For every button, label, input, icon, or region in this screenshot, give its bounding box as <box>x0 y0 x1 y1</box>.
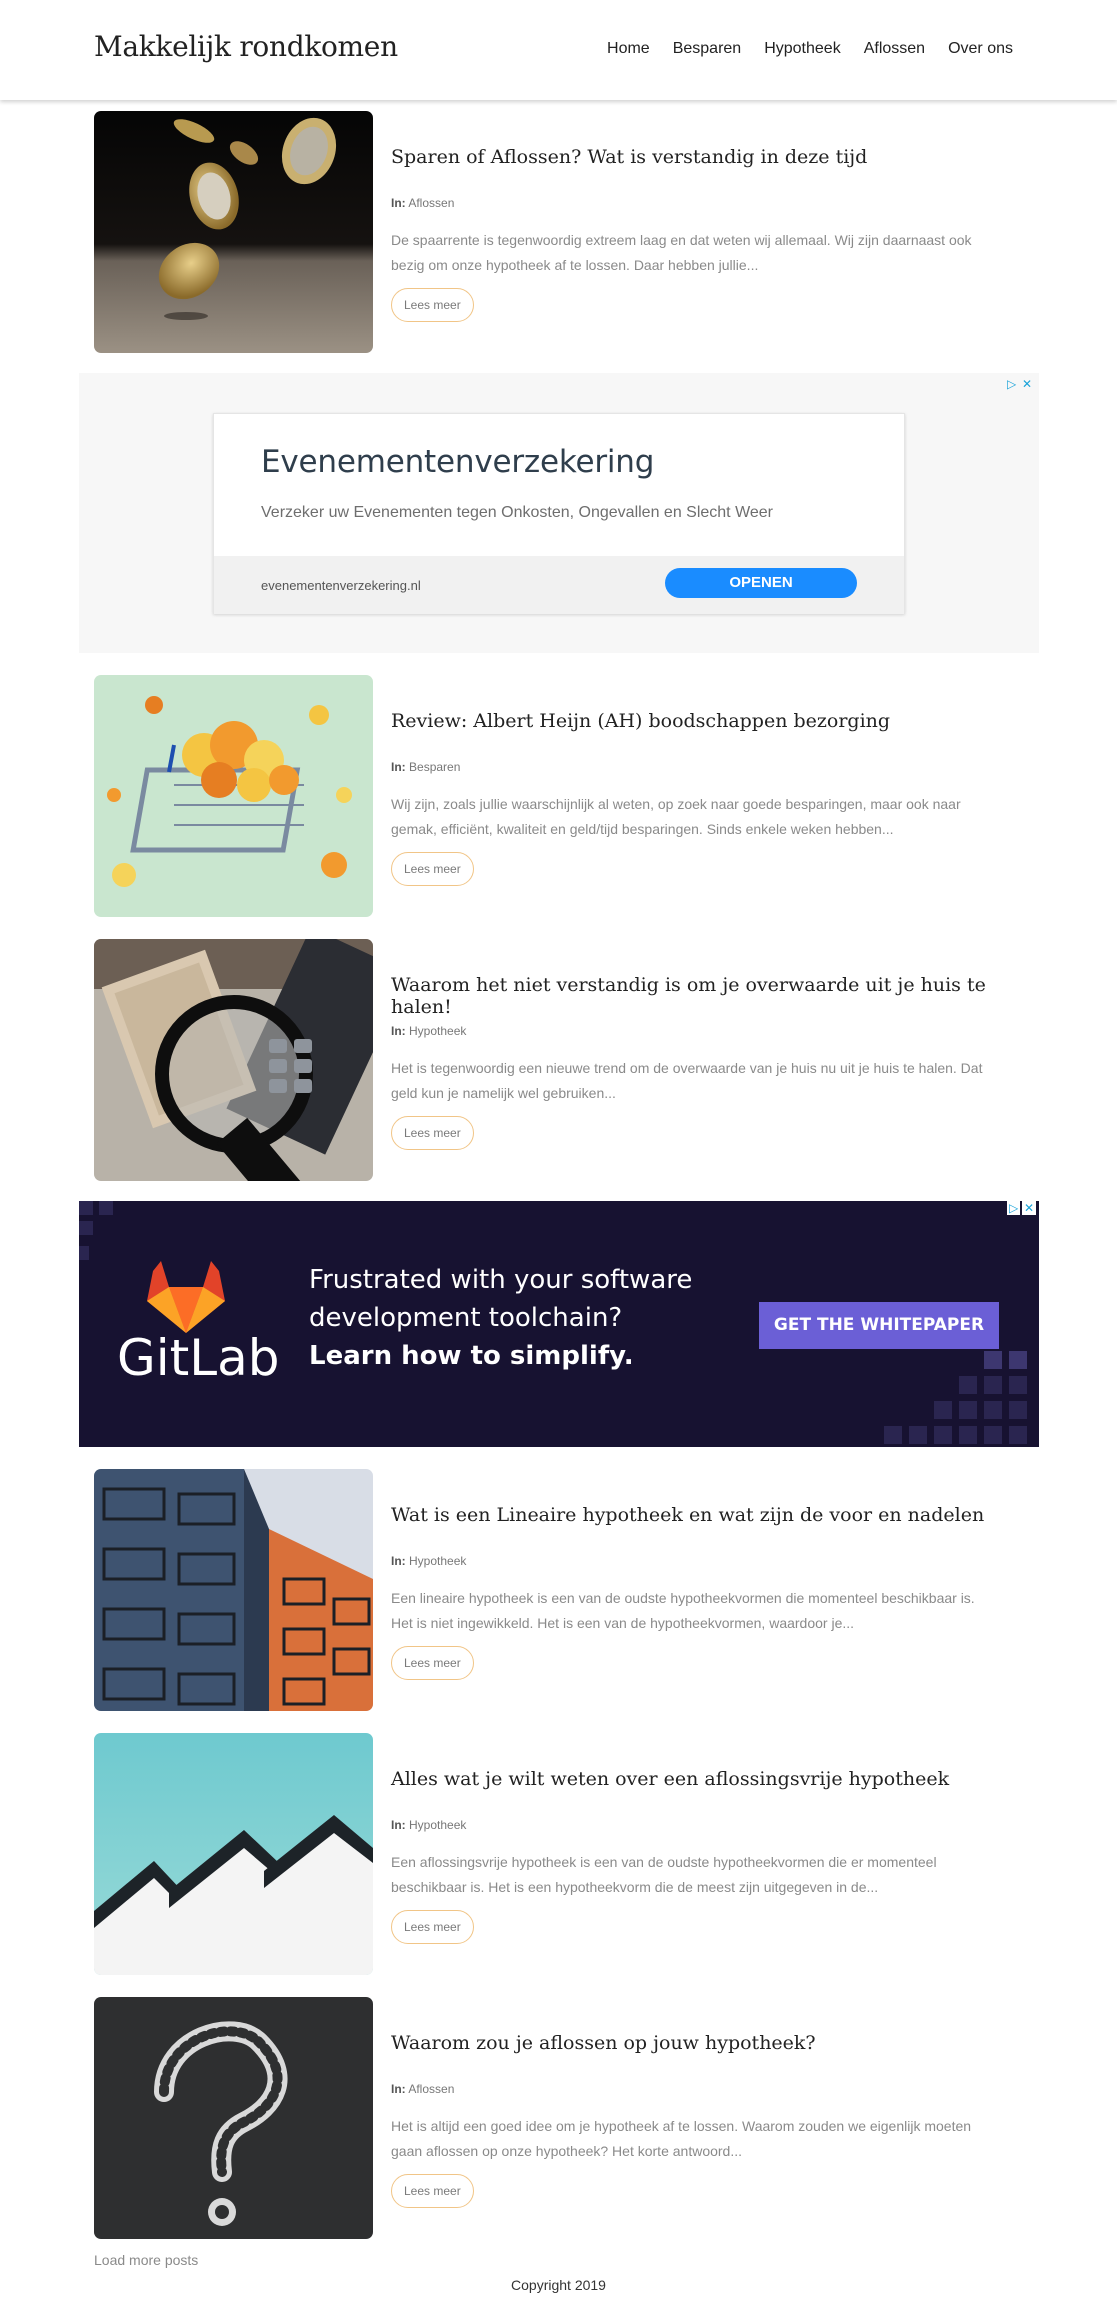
ad-evenementenverzekering: ▷ ✕ Evenementenverzekering Verzeker uw E… <box>79 373 1039 653</box>
category-link[interactable]: Aflossen <box>408 2082 454 2096</box>
post-thumbnail[interactable] <box>94 675 373 917</box>
post-category: In: Hypotheek <box>391 1554 466 1568</box>
post-category: In: Hypotheek <box>391 1024 466 1038</box>
read-more-button[interactable]: Lees meer <box>391 1910 474 1944</box>
post-card: Sparen of Aflossen? Wat is verstandig in… <box>94 111 1024 353</box>
house-rooftops-photo <box>94 1733 373 1975</box>
gitlab-wordmark: GitLab <box>117 1329 280 1387</box>
excerpt-line: De spaarrente is tegenwoordig extreem la… <box>391 232 972 248</box>
adchoices-icon[interactable]: ▷ <box>1007 377 1016 391</box>
nav-aflossen[interactable]: Aflossen <box>864 40 925 58</box>
load-more-posts-link[interactable]: Load more posts <box>94 2252 198 2268</box>
adchoices-icon[interactable]: ▷ <box>1007 1201 1021 1215</box>
category-link[interactable]: Aflossen <box>408 196 454 210</box>
excerpt-line: Een aflossingsvrije hypotheek is een van… <box>391 1854 937 1870</box>
category-prefix: In: <box>391 1818 406 1832</box>
ad-headline-emphasis: Learn how to simplify. <box>309 1341 634 1371</box>
get-whitepaper-button[interactable]: GET THE WHITEPAPER <box>759 1302 999 1349</box>
post-title[interactable]: Wat is een Lineaire hypotheek en wat zij… <box>391 1504 1024 1526</box>
category-link[interactable]: Besparen <box>409 760 460 774</box>
nav-hypotheek[interactable]: Hypotheek <box>764 40 841 58</box>
ad-gitlab[interactable]: ▷ ✕ GitLab Frustrated with your software… <box>79 1201 1039 1447</box>
ad-card[interactable]: Evenementenverzekering Verzeker uw Evene… <box>213 413 905 614</box>
post-category: In: Hypotheek <box>391 1818 466 1832</box>
read-more-button[interactable]: Lees meer <box>391 2174 474 2208</box>
category-prefix: In: <box>391 1554 406 1568</box>
read-more-button[interactable]: Lees meer <box>391 1646 474 1680</box>
post-thumbnail[interactable] <box>94 111 373 353</box>
pasta-shopping-basket-photo <box>94 675 373 917</box>
ad-footer: evenementenverzekering.nl OPENEN <box>214 556 904 614</box>
nav-besparen[interactable]: Besparen <box>673 40 742 58</box>
excerpt-line: beschikbaar is. Het is een hypotheekvorm… <box>391 1879 879 1895</box>
close-icon[interactable]: ✕ <box>1022 377 1032 391</box>
post-excerpt: Het is altijd een goed idee om je hypoth… <box>391 2114 1016 2164</box>
ad-url: evenementenverzekering.nl <box>261 578 421 593</box>
excerpt-line: Het is tegenwoordig een nieuwe trend om … <box>391 1060 983 1076</box>
copyright: Copyright 2019 <box>511 2277 606 2293</box>
excerpt-line: bezig om onze hypotheek af te lossen. Da… <box>391 257 759 273</box>
post-category: In: Aflossen <box>391 2082 454 2096</box>
excerpt-line: Het is altijd een goed idee om je hypoth… <box>391 2118 972 2134</box>
post-card: Wat is een Lineaire hypotheek en wat zij… <box>94 1469 1024 1711</box>
post-title[interactable]: Sparen of Aflossen? Wat is verstandig in… <box>391 146 1024 168</box>
post-title[interactable]: Waarom zou je aflossen op jouw hypotheek… <box>391 2032 1024 2054</box>
post-excerpt: De spaarrente is tegenwoordig extreem la… <box>391 228 1016 278</box>
category-prefix: In: <box>391 1024 406 1038</box>
site-header: Makkelijk rondkomen Home Besparen Hypoth… <box>0 0 1117 100</box>
ad-headline[interactable]: Evenementenverzekering <box>261 444 654 480</box>
excerpt-line: gemak, efficiënt, kwaliteit en geld/tijd… <box>391 821 894 837</box>
post-thumbnail[interactable] <box>94 1469 373 1711</box>
category-prefix: In: <box>391 2082 406 2096</box>
post-excerpt: Het is tegenwoordig een nieuwe trend om … <box>391 1056 1016 1106</box>
post-title[interactable]: Alles wat je wilt weten over een aflossi… <box>391 1768 1024 1790</box>
falling-coins-photo <box>94 111 373 353</box>
nav-home[interactable]: Home <box>607 40 650 58</box>
post-card: Alles wat je wilt weten over een aflossi… <box>94 1733 1024 1975</box>
post-category: In: Aflossen <box>391 196 454 210</box>
post-card: Waarom zou je aflossen op jouw hypotheek… <box>94 1997 1024 2239</box>
category-link[interactable]: Hypotheek <box>409 1024 466 1038</box>
site-title[interactable]: Makkelijk rondkomen <box>94 30 398 63</box>
apartment-balconies-photo <box>94 1469 373 1711</box>
post-title[interactable]: Waarom het niet verstandig is om je over… <box>391 974 1024 1018</box>
post-thumbnail[interactable] <box>94 939 373 1181</box>
gitlab-fox-icon <box>147 1261 225 1333</box>
close-icon[interactable]: ✕ <box>1022 1201 1037 1215</box>
magnifier-calculator-money-photo <box>94 939 373 1181</box>
read-more-button[interactable]: Lees meer <box>391 852 474 886</box>
ad-open-button[interactable]: OPENEN <box>665 568 857 598</box>
ad-description: Verzeker uw Evenementen tegen Onkosten, … <box>261 504 774 521</box>
main-nav: Home Besparen Hypotheek Aflossen Over on… <box>607 40 1013 58</box>
category-link[interactable]: Hypotheek <box>409 1818 466 1832</box>
post-card: Waarom het niet verstandig is om je over… <box>94 939 1024 1181</box>
read-more-button[interactable]: Lees meer <box>391 1116 474 1150</box>
excerpt-line: Het is niet ingewikkeld. Het is een van … <box>391 1615 855 1631</box>
category-prefix: In: <box>391 760 406 774</box>
excerpt-line: Wij zijn, zoals jullie waarschijnlijk al… <box>391 796 961 812</box>
post-thumbnail[interactable] <box>94 1733 373 1975</box>
read-more-button[interactable]: Lees meer <box>391 288 474 322</box>
post-excerpt: Een lineaire hypotheek is een van de oud… <box>391 1586 1016 1636</box>
post-category: In: Besparen <box>391 760 460 774</box>
ad-headline-line: development toolchain? <box>309 1303 623 1333</box>
post-card: Review: Albert Heijn (AH) boodschappen b… <box>94 675 1024 917</box>
post-title[interactable]: Review: Albert Heijn (AH) boodschappen b… <box>391 710 1024 732</box>
chalk-question-mark-photo <box>94 1997 373 2239</box>
post-thumbnail[interactable] <box>94 1997 373 2239</box>
excerpt-line: geld kun je namelijk wel gebruiken... <box>391 1085 616 1101</box>
category-link[interactable]: Hypotheek <box>409 1554 466 1568</box>
excerpt-line: Een lineaire hypotheek is een van de oud… <box>391 1590 975 1606</box>
ad-headline-line: Frustrated with your software <box>309 1265 693 1295</box>
nav-over-ons[interactable]: Over ons <box>948 40 1013 58</box>
category-prefix: In: <box>391 196 406 210</box>
post-excerpt: Een aflossingsvrije hypotheek is een van… <box>391 1850 1016 1900</box>
excerpt-line: gaan aflossen op onze hypotheek? Het kor… <box>391 2143 743 2159</box>
post-excerpt: Wij zijn, zoals jullie waarschijnlijk al… <box>391 792 1016 842</box>
